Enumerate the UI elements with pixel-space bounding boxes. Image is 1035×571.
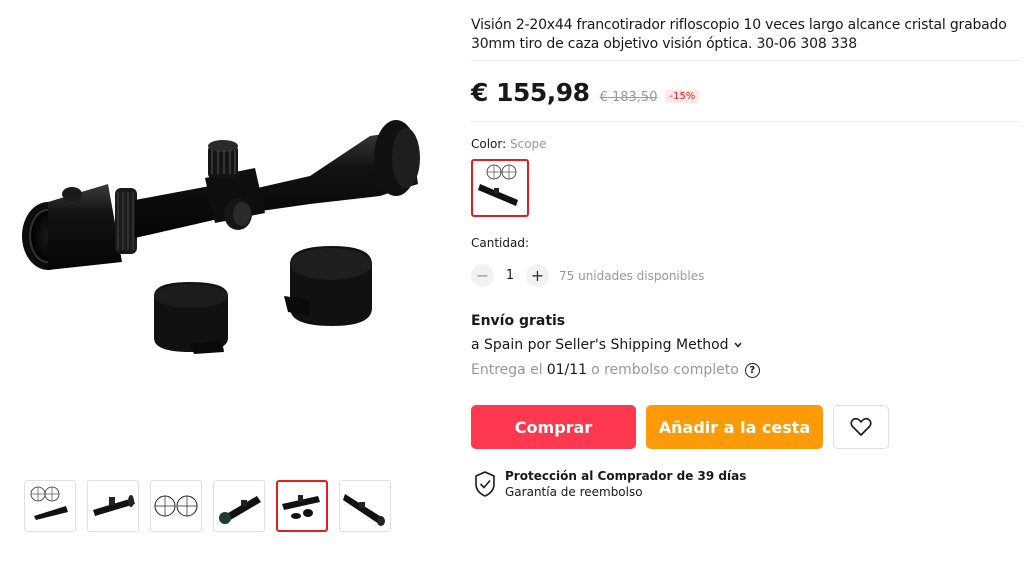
scope-front-thumbnail-icon	[219, 496, 261, 524]
delivery-info: Entrega el 01/11 o rembolso completo ?	[471, 362, 760, 378]
divider	[471, 121, 1021, 122]
buy-now-button[interactable]: Comprar	[471, 405, 636, 449]
price-row: € 155,98 € 183,50 -15%	[471, 78, 700, 107]
divider	[471, 60, 1021, 61]
thumbnail-scope-front[interactable]	[213, 480, 265, 532]
shipping-title: Envío gratis	[471, 313, 566, 329]
scope-swatch-icon	[478, 164, 518, 206]
product-info: Visión 2-20x44 francotirador rifloscopio…	[471, 0, 1021, 54]
quantity-stepper: − 1 + 75 unidades disponibles	[471, 264, 704, 287]
variant-selected-value: Scope	[509, 137, 547, 151]
scope-caps-thumbnail-icon	[282, 495, 320, 519]
variant-label-text: Color:	[471, 137, 510, 151]
reticle-pair-thumbnail-icon	[154, 495, 198, 517]
help-icon[interactable]: ?	[744, 362, 760, 378]
rifle-scope-image	[22, 120, 420, 354]
delivery-suffix: o rembolso completo	[591, 362, 739, 378]
variant-swatch-scope[interactable]	[471, 159, 529, 217]
thumbnail-scope-caps[interactable]	[276, 480, 328, 532]
thumbnail-strip	[24, 480, 391, 532]
buyer-protection: Protección al Comprador de 39 días Garan…	[471, 469, 746, 499]
reticle-scope-thumbnail-icon	[30, 486, 68, 520]
scope-angled-thumbnail-icon	[93, 495, 135, 516]
scope-diagonal-thumbnail-icon	[343, 494, 385, 526]
heart-icon	[850, 417, 872, 436]
thumbnail-scope-angled[interactable]	[87, 480, 139, 532]
variant-label: Color: Scope	[471, 137, 547, 151]
shipping-method-selector[interactable]: a Spain por Seller's Shipping Method	[471, 337, 743, 353]
quantity-increase-button[interactable]: +	[526, 264, 549, 287]
quantity-value[interactable]: 1	[494, 268, 526, 283]
discount-badge: -15%	[665, 90, 700, 103]
quantity-available: 75 unidades disponibles	[559, 268, 705, 283]
chevron-down-icon	[733, 342, 742, 348]
thumbnail-reticle-scope[interactable]	[24, 480, 76, 532]
wishlist-button[interactable]	[833, 405, 889, 449]
main-product-image	[10, 8, 450, 448]
quantity-decrease-button[interactable]: −	[471, 264, 494, 287]
shield-check-icon	[475, 471, 495, 497]
current-price: € 155,98	[471, 78, 590, 107]
quantity-label: Cantidad:	[471, 236, 530, 250]
protection-subtitle: Garantía de reembolso	[505, 485, 643, 499]
original-price: € 183,50	[599, 90, 658, 105]
protection-title: Protección al Comprador de 39 días	[505, 469, 747, 483]
delivery-prefix: Entrega el	[471, 362, 543, 378]
add-to-cart-button[interactable]: Añadir a la cesta	[646, 405, 823, 449]
thumbnail-reticle-pair[interactable]	[150, 480, 202, 532]
shipping-method-text: a Spain por Seller's Shipping Method	[471, 337, 729, 353]
product-title: Visión 2-20x44 francotirador rifloscopio…	[471, 17, 1007, 52]
thumbnail-scope-diagonal[interactable]	[339, 480, 391, 532]
delivery-date: 01/11	[546, 362, 588, 378]
